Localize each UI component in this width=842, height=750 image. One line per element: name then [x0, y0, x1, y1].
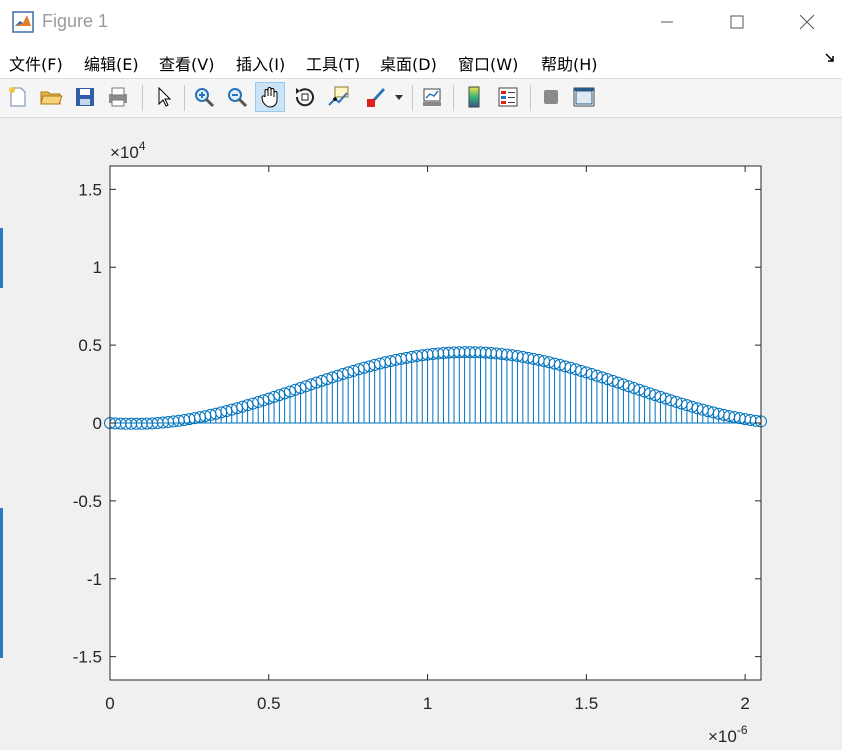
y-tick-label: 0	[93, 414, 102, 433]
zoom-in-button[interactable]	[189, 82, 219, 112]
y-exponent-label: ×104	[110, 139, 146, 162]
menu-view[interactable]: 查看(V)	[159, 51, 214, 75]
maximize-button[interactable]	[702, 0, 772, 44]
matlab-icon	[12, 11, 34, 33]
menu-tools[interactable]: 工具(T)	[306, 51, 360, 75]
figure-toolbar	[0, 79, 842, 118]
menu-edit[interactable]: 编辑(E)	[84, 51, 139, 75]
legend-icon	[498, 87, 518, 107]
zoom-in-icon	[195, 88, 215, 108]
dock-arrow-icon[interactable]	[824, 52, 836, 67]
colorbar-icon	[468, 86, 480, 108]
y-tick-label: -1.5	[73, 648, 102, 667]
select-button[interactable]	[149, 82, 179, 112]
menu-desktop[interactable]: 桌面(D)	[380, 51, 437, 75]
x-tick-label: 0	[105, 694, 114, 713]
toolbar-separator	[412, 85, 413, 111]
pan-button[interactable]	[255, 82, 285, 112]
close-button[interactable]	[772, 0, 842, 44]
data-cursor-icon	[328, 86, 349, 106]
data-cursor-button[interactable]	[324, 82, 354, 112]
x-tick-label: 2	[740, 694, 749, 713]
show-plot-tools-icon	[573, 87, 595, 107]
rotate-icon	[295, 88, 314, 107]
menu-insert[interactable]: 插入(I)	[236, 51, 285, 75]
stem-plot: 0 0.5 1 1.5 2 -1.5 -1 -0.5 0 0.5 1 1.5 ×104 ×10-6	[73, 139, 767, 746]
link-plot-button[interactable]	[417, 82, 447, 112]
menu-bar: 文件(F) 编辑(E) 查看(V) 插入(I) 工具(T) 桌面(D) 窗口(W…	[0, 44, 842, 79]
save-icon	[76, 88, 94, 106]
legend-button[interactable]	[493, 82, 523, 112]
y-tick-label: 1	[93, 258, 102, 277]
minimize-icon	[661, 21, 673, 23]
hide-plot-tools-button[interactable]	[536, 82, 566, 112]
y-tick-label: -0.5	[73, 492, 102, 511]
menu-file[interactable]: 文件(F)	[9, 51, 63, 75]
x-tick-label: 1.5	[575, 694, 599, 713]
new-file-icon	[9, 87, 26, 107]
brush-icon	[367, 88, 385, 107]
link-plot-icon	[423, 88, 441, 106]
x-tick-label: 0.5	[257, 694, 281, 713]
zoom-out-button[interactable]	[222, 82, 252, 112]
toolbar-separator	[184, 85, 185, 111]
toolbar-separator	[530, 85, 531, 111]
colorbar-button[interactable]	[459, 82, 489, 112]
zoom-out-icon	[228, 88, 248, 108]
toolbar-separator	[453, 85, 454, 111]
rotate-3d-button[interactable]	[290, 82, 320, 112]
print-icon	[109, 87, 127, 107]
arrow-pointer-icon	[158, 86, 172, 107]
new-figure-button[interactable]	[3, 82, 33, 112]
open-file-button[interactable]	[36, 82, 66, 112]
menu-help[interactable]: 帮助(H)	[541, 51, 598, 75]
maximize-icon	[730, 15, 744, 29]
brush-dropdown[interactable]	[392, 82, 406, 112]
y-tick-label: 1.5	[78, 180, 102, 199]
print-button[interactable]	[103, 82, 133, 112]
y-tick-label: 0.5	[78, 336, 102, 355]
show-plot-tools-button[interactable]	[569, 82, 599, 112]
toolbar-separator	[142, 85, 143, 111]
window-title: Figure 1	[42, 11, 109, 31]
x-exponent-label: ×10-6	[708, 723, 748, 746]
dropdown-arrow-icon	[395, 95, 403, 100]
close-icon	[799, 14, 815, 30]
hide-plot-tools-icon	[544, 90, 558, 104]
minimize-button[interactable]	[632, 0, 702, 44]
hand-icon	[261, 87, 278, 108]
y-tick-label: -1	[87, 570, 102, 589]
figure-canvas: 0 0.5 1 1.5 2 -1.5 -1 -0.5 0 0.5 1 1.5 ×104 ×10-6	[0, 118, 842, 750]
folder-open-icon	[40, 91, 63, 105]
menu-window[interactable]: 窗口(W)	[458, 51, 518, 75]
x-tick-label: 1	[423, 694, 432, 713]
brush-button[interactable]	[360, 82, 390, 112]
title-bar: Figure 1	[0, 0, 842, 45]
save-button[interactable]	[70, 82, 100, 112]
